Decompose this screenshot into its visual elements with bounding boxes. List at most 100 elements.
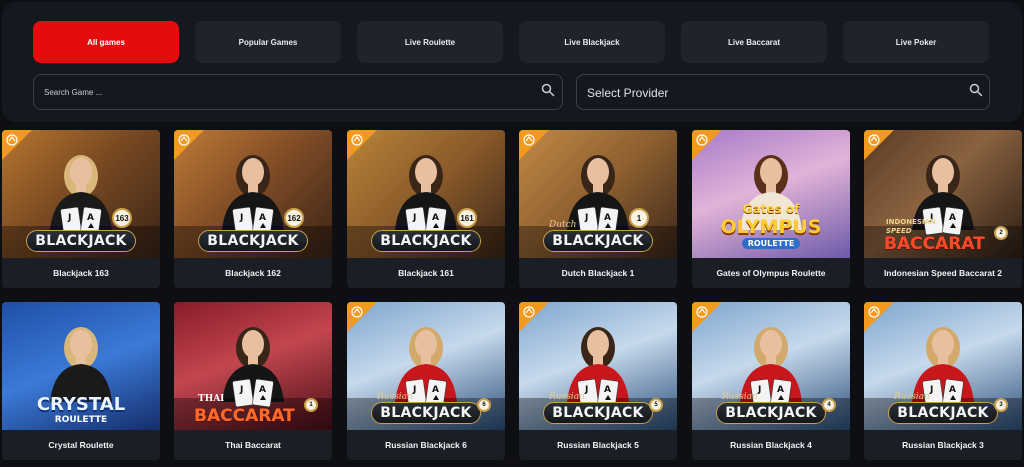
tab-live-roulette[interactable]: Live Roulette bbox=[357, 21, 503, 63]
tab-popular-games[interactable]: Popular Games bbox=[195, 21, 341, 63]
game-logo-text: OLYMPUS bbox=[720, 216, 822, 238]
table-number-badge: 2 bbox=[994, 226, 1008, 240]
svg-text:J: J bbox=[412, 213, 416, 223]
game-thumbnail: J A BACCARAT THAI 1 bbox=[174, 302, 332, 430]
tab-live-poker[interactable]: Live Poker bbox=[843, 21, 989, 63]
game-card[interactable]: J A BLACKJACK 163 Blackjack 163 bbox=[2, 130, 160, 288]
game-logo-sub: ROULETTE bbox=[742, 238, 800, 249]
category-tabs: All games Popular Games Live Roulette Li… bbox=[33, 21, 989, 63]
game-logo-text: BLACKJACK bbox=[888, 402, 998, 424]
svg-text:A: A bbox=[432, 385, 439, 395]
game-thumbnail: J A BLACKJACK Russian 5 bbox=[519, 302, 677, 430]
game-logo-text: BLACKJACK bbox=[543, 230, 653, 252]
game-card-title: Russian Blackjack 5 bbox=[519, 430, 677, 460]
table-number-badge: 4 bbox=[822, 398, 836, 412]
search-input[interactable] bbox=[44, 75, 534, 109]
svg-text:J: J bbox=[239, 385, 243, 395]
game-logo-script: Russian bbox=[894, 392, 930, 402]
svg-text:J: J bbox=[239, 213, 243, 223]
svg-text:A: A bbox=[949, 213, 956, 223]
svg-text:A: A bbox=[777, 385, 784, 395]
table-number-badge: 3 bbox=[994, 398, 1008, 412]
table-number-badge: 162 bbox=[284, 208, 304, 228]
provider-logo-icon bbox=[696, 306, 708, 318]
search-icon[interactable] bbox=[541, 83, 555, 97]
game-card[interactable]: CRYSTAL ROULETTE Crystal Roulette bbox=[2, 302, 160, 460]
game-logo-top: Gates of bbox=[742, 202, 800, 216]
game-card[interactable]: Gates of OLYMPUS ROULETTE Gates of Olympus … bbox=[692, 130, 850, 288]
game-logo-text: BLACKJACK bbox=[26, 230, 136, 252]
game-card-title: Russian Blackjack 6 bbox=[347, 430, 505, 460]
game-card[interactable]: J A BLACKJACK Russian 3 Russian Blackjack 3 bbox=[864, 302, 1022, 460]
game-logo-script: Russian bbox=[549, 392, 585, 402]
provider-logo-icon bbox=[868, 306, 880, 318]
table-number-badge: 1 bbox=[304, 398, 318, 412]
game-logo-text: BLACKJACK bbox=[543, 402, 653, 424]
game-logo-text: BACCARAT bbox=[194, 406, 295, 426]
game-card[interactable]: J A BLACKJACK Russian 6 Russian Blackjack 6 bbox=[347, 302, 505, 460]
game-card-title: Blackjack 161 bbox=[347, 258, 505, 288]
game-card-title: Dutch Blackjack 1 bbox=[519, 258, 677, 288]
game-logo-text: BLACKJACK bbox=[716, 402, 826, 424]
game-card-title: Gates of Olympus Roulette bbox=[692, 258, 850, 288]
game-logo-script: Russian bbox=[377, 392, 413, 402]
provider-logo-icon bbox=[523, 134, 535, 146]
game-logo-sub: ROULETTE bbox=[54, 415, 108, 425]
table-number-badge: 161 bbox=[457, 208, 477, 228]
svg-text:A: A bbox=[604, 385, 611, 395]
search-box bbox=[33, 74, 563, 110]
game-card-title: Blackjack 162 bbox=[174, 258, 332, 288]
game-thumbnail: J A BLACKJACK Russian 4 bbox=[692, 302, 850, 430]
table-number-badge: 1 bbox=[629, 208, 649, 228]
provider-select[interactable]: Select Provider bbox=[576, 74, 990, 110]
game-card-title: Crystal Roulette bbox=[2, 430, 160, 460]
provider-logo-icon bbox=[6, 134, 18, 146]
game-logo-text: BACCARAT bbox=[884, 234, 985, 254]
tab-all-games[interactable]: All games bbox=[33, 21, 179, 63]
game-thumbnail: J A BLACKJACK Russian 6 bbox=[347, 302, 505, 430]
provider-select-label: Select Provider bbox=[587, 86, 669, 100]
svg-text:A: A bbox=[949, 385, 956, 395]
provider-logo-icon bbox=[351, 306, 363, 318]
svg-text:J: J bbox=[67, 213, 71, 223]
game-card[interactable]: J A BLACKJACK Russian 4 Russian Blackjack 4 bbox=[692, 302, 850, 460]
svg-text:A: A bbox=[432, 213, 439, 223]
svg-text:A: A bbox=[604, 213, 611, 223]
game-thumbnail: J A BLACKJACK 161 bbox=[347, 130, 505, 258]
provider-logo-icon bbox=[523, 306, 535, 318]
game-logo-script: THAI bbox=[198, 394, 225, 404]
game-card-title: Indonesian Speed Baccarat 2 bbox=[864, 258, 1022, 288]
svg-text:A: A bbox=[259, 385, 266, 395]
svg-text:A: A bbox=[87, 213, 94, 223]
game-card[interactable]: J A BLACKJACK 161 Blackjack 161 bbox=[347, 130, 505, 288]
game-thumbnail: CRYSTAL ROULETTE bbox=[2, 302, 160, 430]
provider-logo-icon bbox=[696, 134, 708, 146]
game-card[interactable]: J A BACCARAT THAI 1 Thai Baccarat bbox=[174, 302, 332, 460]
table-number-badge: 163 bbox=[112, 208, 132, 228]
table-number-badge: 6 bbox=[477, 398, 491, 412]
provider-logo-icon bbox=[178, 134, 190, 146]
tab-live-baccarat[interactable]: Live Baccarat bbox=[681, 21, 827, 63]
game-card-title: Russian Blackjack 4 bbox=[692, 430, 850, 460]
game-card-title: Blackjack 163 bbox=[2, 258, 160, 288]
provider-logo-icon bbox=[351, 134, 363, 146]
game-card[interactable]: J A INDONESIAN SPEED BACCARAT 2 Indonesian Spe… bbox=[864, 130, 1022, 288]
playing-cards-graphic: JA bbox=[232, 378, 274, 408]
provider-search-icon bbox=[969, 83, 983, 97]
game-card[interactable]: J A BLACKJACK Russian 5 Russian Blackjack 5 bbox=[519, 302, 677, 460]
game-logo-text: BLACKJACK bbox=[198, 230, 308, 252]
game-logo-text: BLACKJACK bbox=[371, 230, 481, 252]
tab-live-blackjack[interactable]: Live Blackjack bbox=[519, 21, 665, 63]
game-thumbnail: J A BLACKJACK Dutch 1 bbox=[519, 130, 677, 258]
svg-text:J: J bbox=[584, 213, 588, 223]
game-thumbnail: Gates of OLYMPUS ROULETTE bbox=[692, 130, 850, 258]
game-thumbnail: J A BLACKJACK Russian 3 bbox=[864, 302, 1022, 430]
game-card-title: Thai Baccarat bbox=[174, 430, 332, 460]
table-number-badge: 5 bbox=[649, 398, 663, 412]
game-card[interactable]: J A BLACKJACK 162 Blackjack 162 bbox=[174, 130, 332, 288]
game-thumbnail: J A BLACKJACK 162 bbox=[174, 130, 332, 258]
provider-logo-icon bbox=[868, 134, 880, 146]
game-thumbnail: J A BLACKJACK 163 bbox=[2, 130, 160, 258]
game-logo-script: Dutch bbox=[549, 220, 577, 230]
game-card[interactable]: J A BLACKJACK Dutch 1 Dutch Blackjack 1 bbox=[519, 130, 677, 288]
